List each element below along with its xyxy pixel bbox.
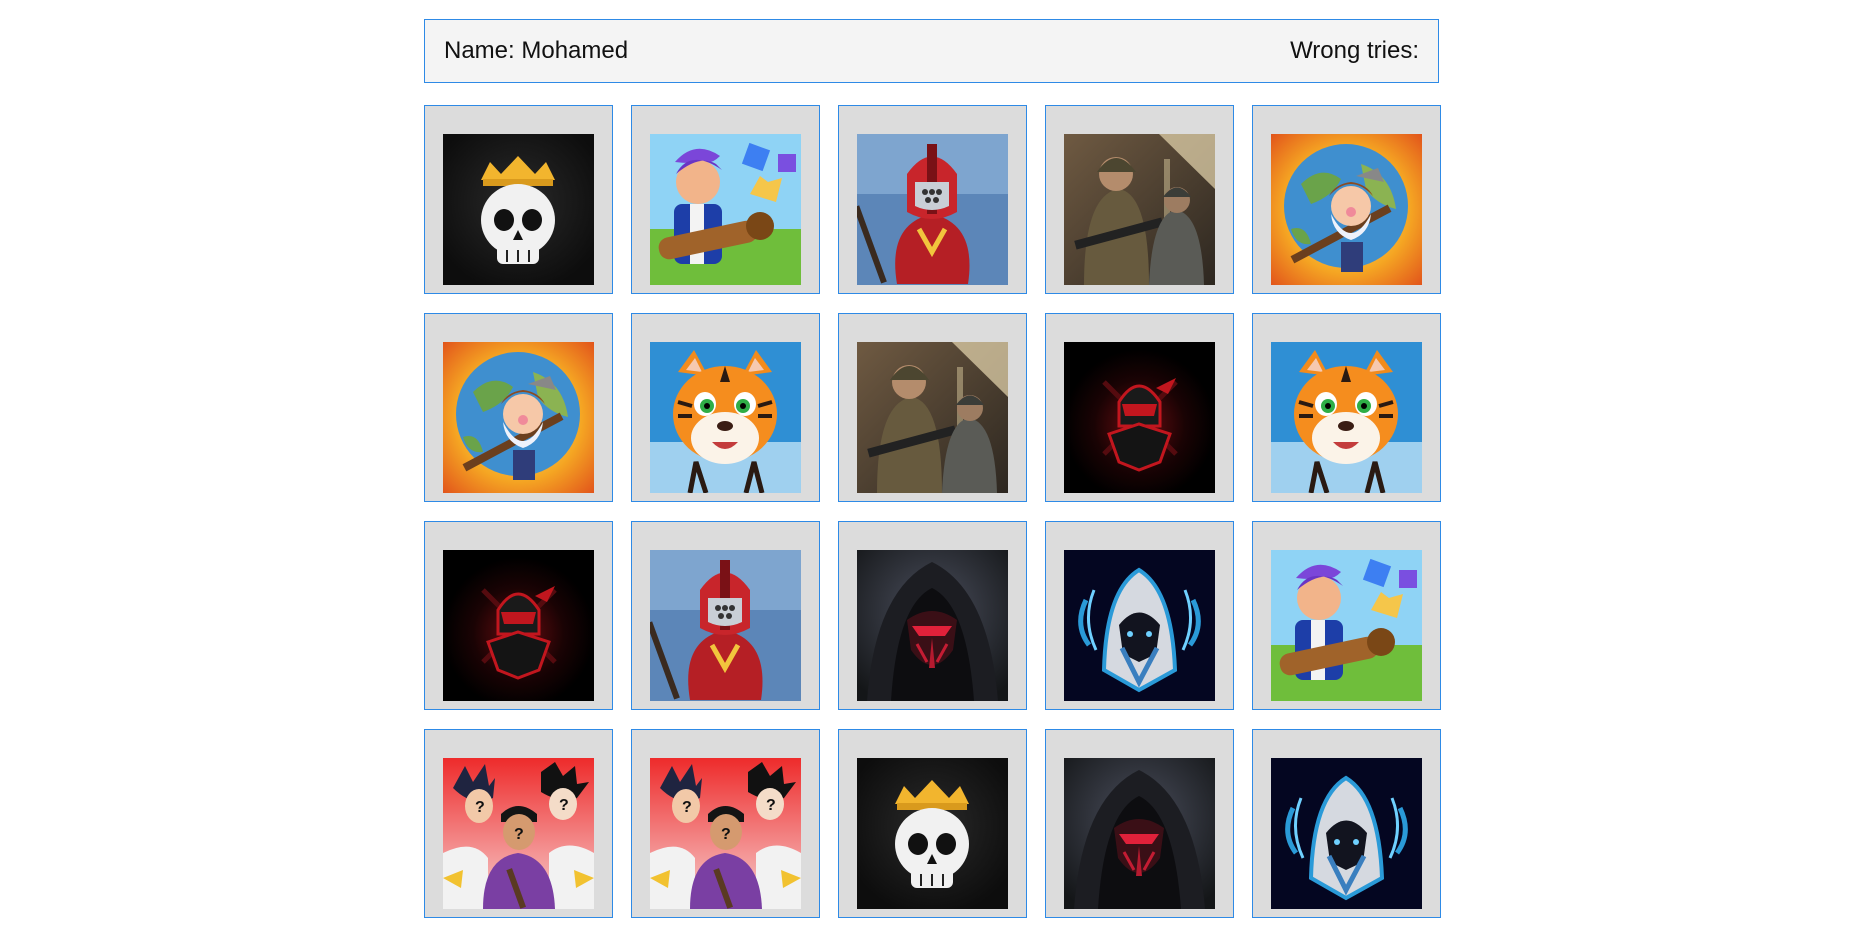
svg-text:?: ? <box>475 799 485 816</box>
svg-text:?: ? <box>721 826 731 843</box>
memory-card[interactable] <box>1045 313 1234 502</box>
memory-card[interactable] <box>838 729 1027 918</box>
mystery-anime-characters-icon: ? ? ? <box>650 758 801 909</box>
soldiers-icon <box>1064 134 1215 285</box>
memory-card[interactable] <box>631 105 820 294</box>
red-helmet-warrior-icon <box>857 134 1008 285</box>
globe-miner-icon <box>1271 134 1422 285</box>
player-name-label: Name: <box>444 37 515 64</box>
blue-hooded-assassin-icon <box>1271 758 1422 909</box>
player-name-value: Mohamed <box>521 37 629 64</box>
svg-text:?: ? <box>682 799 692 816</box>
wrong-tries-label: Wrong tries: <box>1290 37 1419 64</box>
red-ninja-icon <box>443 550 594 701</box>
memory-card[interactable] <box>1252 521 1441 710</box>
wrong-tries: Wrong tries: <box>1290 37 1419 65</box>
memory-card[interactable]: ? ? ? <box>631 729 820 918</box>
cartoon-tiger-icon <box>650 342 801 493</box>
game-header: Name: Mohamed Wrong tries: <box>424 19 1439 83</box>
memory-card[interactable] <box>1252 105 1441 294</box>
memory-card[interactable]: ? ? ? <box>424 729 613 918</box>
svg-text:?: ? <box>514 826 524 843</box>
svg-text:?: ? <box>766 797 776 814</box>
red-helmet-warrior-icon <box>650 550 801 701</box>
cartoon-tiger-icon <box>1271 342 1422 493</box>
memory-card[interactable] <box>631 521 820 710</box>
red-ninja-icon <box>1064 342 1215 493</box>
memory-card[interactable] <box>1045 729 1234 918</box>
memory-card[interactable] <box>631 313 820 502</box>
memory-card[interactable] <box>1045 105 1234 294</box>
memory-card[interactable] <box>838 313 1027 502</box>
memory-card[interactable] <box>424 105 613 294</box>
memory-card[interactable] <box>838 105 1027 294</box>
svg-text:?: ? <box>559 797 569 814</box>
memory-card[interactable] <box>1045 521 1234 710</box>
memory-card[interactable] <box>424 521 613 710</box>
memory-card[interactable] <box>1252 729 1441 918</box>
boy-with-bazooka-icon <box>650 134 801 285</box>
globe-miner-icon <box>443 342 594 493</box>
hooded-reaper-icon <box>1064 758 1215 909</box>
boy-with-bazooka-icon <box>1271 550 1422 701</box>
blue-hooded-assassin-icon <box>1064 550 1215 701</box>
crowned-skull-icon <box>443 134 594 285</box>
memory-card[interactable] <box>424 313 613 502</box>
player-name: Name: Mohamed <box>444 37 628 65</box>
mystery-anime-characters-icon: ? ? ? <box>443 758 594 909</box>
memory-card[interactable] <box>838 521 1027 710</box>
card-grid: ? ? ? ? ? ? <box>424 105 1441 918</box>
memory-card[interactable] <box>1252 313 1441 502</box>
hooded-reaper-icon <box>857 550 1008 701</box>
soldiers-icon <box>857 342 1008 493</box>
crowned-skull-icon <box>857 758 1008 909</box>
